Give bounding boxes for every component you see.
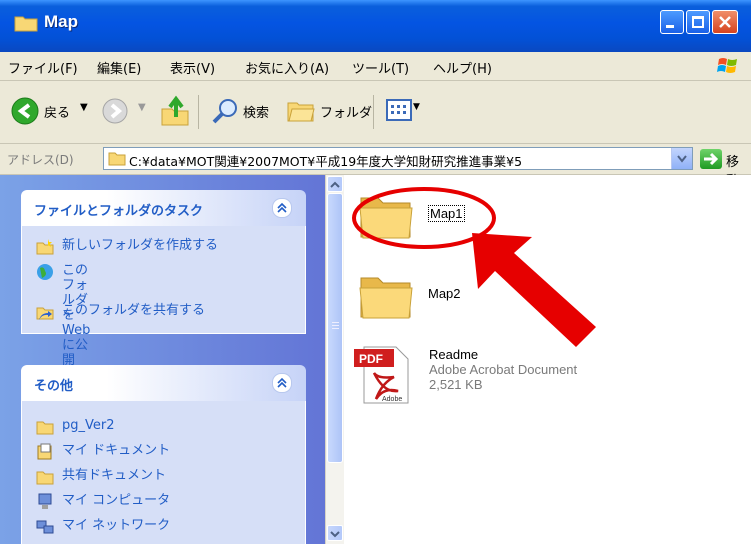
explorer-window: Map ファイル(F) 編集(E) 表示(V) お気に入り(A) ツール(T) … — [0, 0, 751, 544]
up-folder-icon[interactable] — [160, 95, 190, 127]
forward-dropdown-icon[interactable]: ▼ — [138, 102, 146, 113]
menu-view[interactable]: 表示(V) — [170, 58, 215, 77]
my-documents-icon — [37, 443, 52, 460]
menu-bar: ファイル(F) 編集(E) 表示(V) お気に入り(A) ツール(T) ヘルプ(… — [0, 52, 751, 81]
menu-tools[interactable]: ツール(T) — [352, 58, 409, 77]
collapse-icon[interactable] — [272, 198, 292, 218]
menu-file[interactable]: ファイル(F) — [8, 58, 78, 77]
task-pane: ファイルとフォルダのタスク 新しいフォルダを作成する このフォルダを Web に… — [0, 175, 325, 544]
close-button[interactable] — [712, 10, 738, 34]
back-dropdown-icon[interactable]: ▼ — [80, 102, 88, 113]
minimize-button[interactable] — [660, 10, 684, 34]
tasks-panel-body: 新しいフォルダを作成する このフォルダを Web に公開 する このフォルダを共… — [21, 226, 306, 383]
toolbar-separator — [373, 95, 374, 129]
folder-icon — [36, 421, 54, 435]
collapse-icon[interactable] — [272, 373, 292, 393]
pointer-arrow-icon — [472, 233, 596, 347]
windows-logo-icon — [717, 58, 737, 73]
views-icon[interactable] — [386, 98, 412, 122]
forward-arrow-icon[interactable] — [101, 97, 129, 125]
other-panel-header[interactable]: その他 — [21, 365, 306, 401]
toolbar: 戻る ▼ ▼ 検索 フォルダ ▼ — [0, 81, 751, 144]
back-button-label[interactable]: 戻る — [44, 102, 70, 121]
vertical-scrollbar[interactable] — [325, 175, 344, 544]
window-title: Map — [44, 12, 78, 31]
address-bar: アドレス(D) C:¥data¥MOT関連¥2007MOT¥平成19年度大学知財… — [0, 144, 751, 189]
menu-help[interactable]: ヘルプ(H) — [433, 58, 492, 77]
search-button-label[interactable]: 検索 — [243, 102, 269, 121]
chevron-up-icon — [330, 181, 340, 188]
computer-icon — [38, 493, 52, 509]
folder-icon — [108, 152, 126, 166]
address-path: C:¥data¥MOT関連¥2007MOT¥平成19年度大学知財研究推進事業¥5 — [129, 154, 523, 169]
other-item-label: マイ ネットワーク — [62, 518, 171, 533]
folder-icon — [14, 16, 38, 32]
network-icon — [36, 520, 54, 534]
scroll-thumb[interactable] — [327, 193, 343, 463]
new-folder-icon — [36, 239, 54, 255]
maximize-button[interactable] — [686, 10, 710, 34]
back-arrow-icon[interactable] — [10, 96, 40, 126]
address-dropdown-button[interactable] — [671, 148, 692, 169]
other-panel-body: pg_Ver2 マイ ドキュメント 共有ドキュメント マイ コンピュータ マイ … — [21, 401, 306, 544]
go-arrow-icon — [704, 152, 719, 166]
other-item-label: pg_Ver2 — [62, 418, 115, 433]
chevron-down-icon — [330, 531, 340, 538]
other-item-label: マイ ドキュメント — [62, 443, 171, 458]
close-icon — [719, 16, 731, 28]
tasks-panel-header[interactable]: ファイルとフォルダのタスク — [21, 190, 306, 226]
go-button[interactable] — [700, 149, 722, 169]
menu-edit[interactable]: 編集(E) — [97, 58, 141, 77]
annotation-overlay — [352, 187, 596, 347]
views-dropdown-icon[interactable]: ▼ — [413, 102, 420, 112]
folders-icon[interactable] — [286, 97, 316, 123]
address-label: アドレス(D) — [7, 153, 74, 167]
file-list: Map1 Map2 PDF Adobe Readme Adobe Acrobat… — [344, 175, 751, 544]
other-item-label: 共有ドキュメント — [62, 468, 167, 483]
tasks-panel-title: ファイルとフォルダのタスク — [34, 204, 204, 219]
chevron-down-icon — [677, 155, 687, 163]
task-label: このフォルダを共有する — [62, 303, 206, 318]
address-field[interactable]: C:¥data¥MOT関連¥2007MOT¥平成19年度大学知財研究推進事業¥5 — [103, 147, 693, 170]
scroll-up-button[interactable] — [327, 176, 343, 192]
toolbar-separator — [198, 95, 199, 129]
other-item-label: マイ コンピュータ — [62, 493, 171, 508]
menu-favorites[interactable]: お気に入り(A) — [245, 58, 329, 77]
task-label: 新しいフォルダを作成する — [62, 238, 219, 253]
search-icon[interactable] — [210, 96, 240, 126]
shared-folder-icon — [36, 471, 54, 485]
share-folder-icon — [36, 307, 54, 320]
other-panel-title: その他 — [34, 379, 74, 394]
title-bar[interactable]: Map — [0, 0, 751, 52]
scroll-down-button[interactable] — [327, 525, 343, 541]
globe-icon — [37, 264, 53, 280]
folders-button-label[interactable]: フォルダ — [320, 102, 372, 121]
